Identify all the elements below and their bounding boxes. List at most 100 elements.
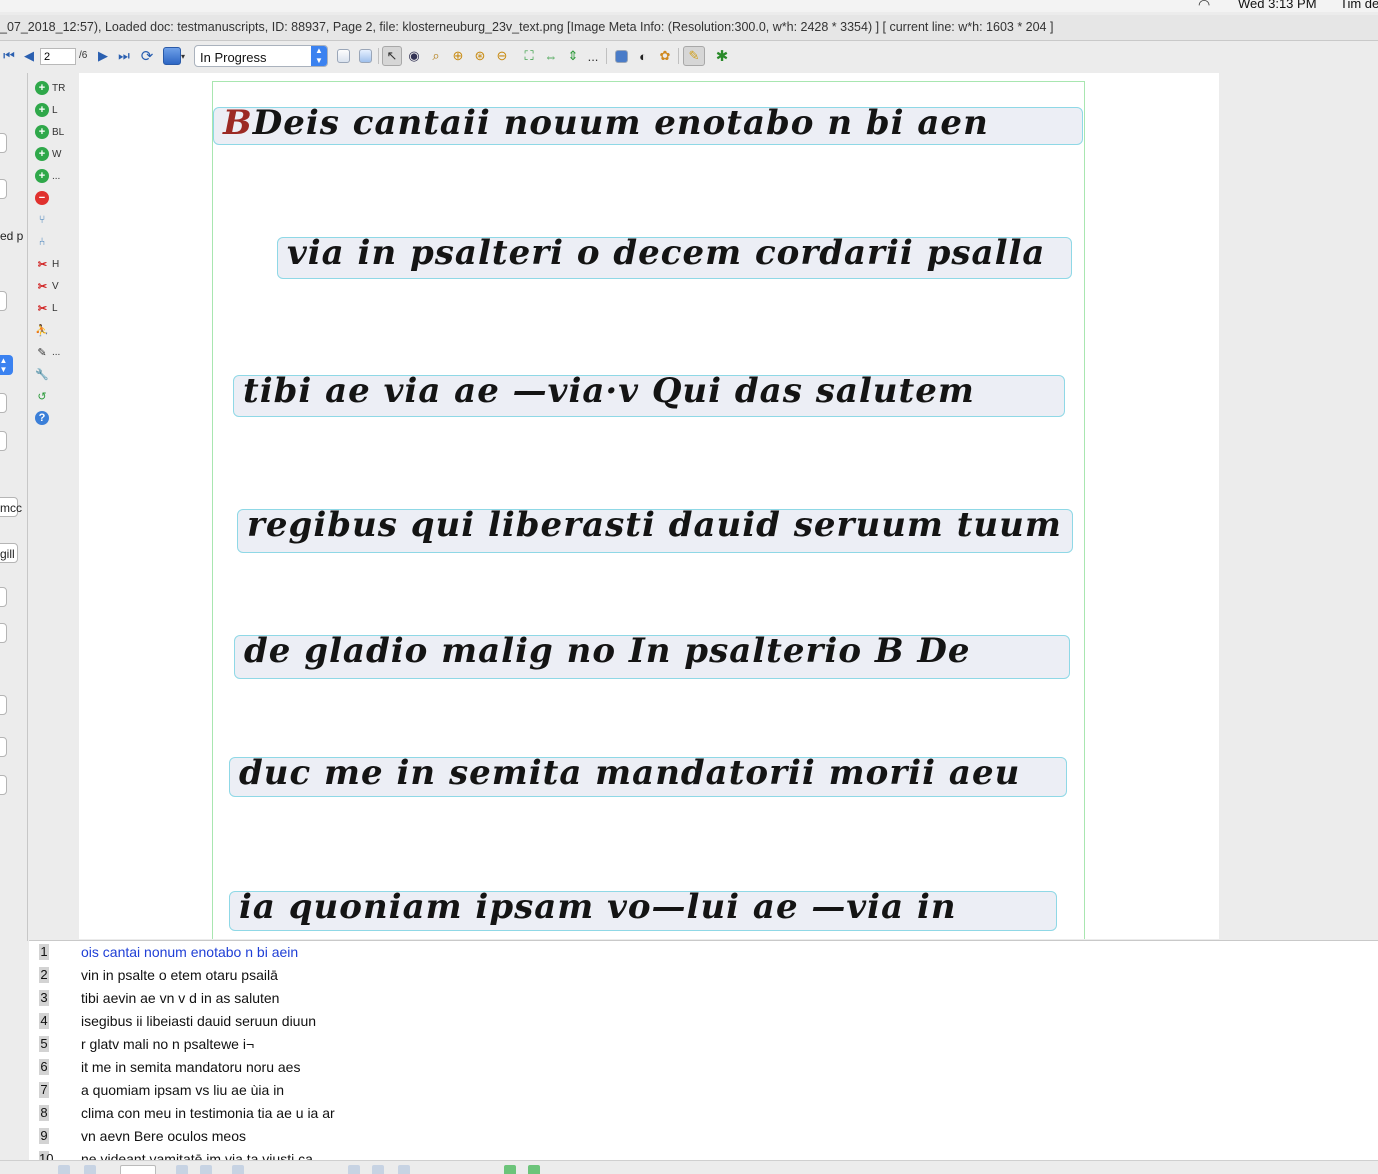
tool-split-shape[interactable]: ⑂: [35, 211, 52, 229]
rubric-initial: B: [223, 103, 253, 143]
prev-page-icon[interactable]: ◀: [22, 46, 36, 66]
side-field[interactable]: [0, 179, 7, 199]
panel-layout-icon[interactable]: [612, 46, 630, 66]
first-page-icon[interactable]: ⏮: [2, 46, 16, 66]
chevron-updown-icon: ▲ ▼: [311, 46, 327, 66]
tool-label: L: [52, 302, 58, 314]
side-field[interactable]: [0, 695, 7, 715]
toolbar-button[interactable]: [232, 1165, 244, 1174]
reload-icon[interactable]: ⟳: [138, 46, 156, 66]
toolbar-button[interactable]: [58, 1165, 70, 1174]
side-field[interactable]: [0, 291, 7, 311]
eye-icon[interactable]: ◉: [405, 46, 423, 66]
transcription-line[interactable]: 7 a quomiam ipsam vs liu ae ùia in: [29, 1079, 1378, 1101]
tool-scissors-h[interactable]: ✂ H: [35, 255, 59, 273]
bug-icon[interactable]: ✱: [712, 46, 732, 66]
side-label-fragment: ed p: [0, 229, 24, 243]
plus-circle-icon: +: [35, 125, 49, 139]
toolbar-button[interactable]: [348, 1165, 360, 1174]
transcription-panel[interactable]: 1 ois cantai nonum enotabo n bi aein 2 vin …: [29, 940, 1378, 1160]
side-field[interactable]: [0, 775, 7, 795]
status-dropdown[interactable]: In Progress ▲ ▼: [194, 45, 328, 67]
transcription-line[interactable]: 9 vn aevn Bere oculos meos: [29, 1125, 1378, 1147]
side-field[interactable]: [0, 737, 7, 757]
line-number: 3: [39, 990, 49, 1006]
manuscript-line-text: tibi ae via ae —via·v Qui das salutem: [243, 371, 975, 411]
tool-plus-circle-more[interactable]: +...: [35, 167, 60, 185]
line-number: 8: [39, 1105, 49, 1121]
transcription-line[interactable]: 8 clima con meu in testimonia tia ae u ia…: [29, 1102, 1378, 1124]
manuscript-line-text: ia quoniam ipsam vo—lui ae —via in: [239, 887, 957, 927]
side-select-stepper[interactable]: ▲ ▼: [0, 355, 13, 375]
fit-height-icon[interactable]: ⇕: [564, 46, 582, 66]
tool-label: H: [52, 258, 60, 270]
page-total: /6: [79, 50, 88, 61]
copy-icon[interactable]: [334, 46, 352, 66]
transcription-line[interactable]: 3 tibi aevin ae vn v d in as saluten: [29, 987, 1378, 1009]
transcription-line[interactable]: 6 it me in semita mandatoru noru aes: [29, 1056, 1378, 1078]
toolbar-button[interactable]: [200, 1165, 212, 1174]
toolbar-button[interactable]: [372, 1165, 384, 1174]
toolbar-button[interactable]: [528, 1165, 540, 1174]
toolbar-field[interactable]: [120, 1165, 156, 1174]
line-number: 2: [39, 967, 49, 983]
tool-minus-circle[interactable]: −: [35, 189, 52, 207]
transcription-line[interactable]: 5 r glatv mali no n psaltewe i¬: [29, 1033, 1378, 1055]
contrast-icon[interactable]: ◐: [634, 46, 652, 66]
palette-icon[interactable]: ✿: [656, 46, 674, 66]
toolbar-button[interactable]: [398, 1165, 410, 1174]
transcription-line[interactable]: 10 ne videant vamitatē im via ta viusti c…: [29, 1148, 1378, 1160]
transcription-line[interactable]: 2 vin in psalte o etem otaru psailā: [29, 964, 1378, 986]
side-field[interactable]: [0, 431, 7, 451]
manuscript-line: duc me in semita mandatorii morii aeu: [239, 753, 1020, 793]
edit-icon: ✎: [37, 346, 47, 359]
zoom-out-icon[interactable]: ⊖: [493, 46, 511, 66]
document-icon[interactable]: [356, 46, 374, 66]
side-field[interactable]: [0, 623, 7, 643]
image-canvas[interactable]: BDeis cantaii nouum enotabo n bi aen via …: [79, 73, 1219, 939]
zoom-in-icon[interactable]: ⊕: [449, 46, 467, 66]
tool-scissors-v[interactable]: ✂ V: [35, 277, 59, 295]
toolbar-button[interactable]: [176, 1165, 188, 1174]
menubar-user[interactable]: Tim de: [1340, 0, 1378, 11]
menubar-clock[interactable]: Wed 3:13 PM: [1238, 0, 1317, 11]
tool-plus-circle-w[interactable]: + W: [35, 145, 61, 163]
tool-undo[interactable]: ↺: [35, 387, 52, 405]
line-text: tibi aevin ae vn v d in as saluten: [81, 990, 280, 1006]
last-page-icon[interactable]: ⏭: [117, 46, 131, 66]
edit-text-icon[interactable]: ✎: [683, 46, 705, 66]
plus-circle-icon: +: [35, 81, 49, 95]
side-field[interactable]: [0, 393, 7, 413]
tool-plus-circle-l[interactable]: + L: [35, 101, 58, 119]
tool-plus-circle-tr[interactable]: + TR: [35, 79, 65, 97]
line-text: ne videant vamitatē im via ta viusti ca: [81, 1151, 313, 1160]
toolbar-divider: [378, 48, 379, 64]
tool-merge-shape[interactable]: ⑃: [35, 233, 52, 251]
side-field[interactable]: [0, 133, 7, 153]
transcription-line[interactable]: 1 ois cantai nonum enotabo n bi aein: [29, 941, 1378, 963]
line-number: 7: [39, 1082, 49, 1098]
zoom-region-icon[interactable]: ⌕: [427, 46, 445, 66]
tool-wrench[interactable]: 🔧: [35, 365, 52, 383]
fit-width-icon[interactable]: ⇔: [542, 46, 560, 66]
tool-help[interactable]: ?: [35, 409, 52, 427]
line-text: clima con meu in testimonia tia ae u ia …: [81, 1105, 335, 1121]
page-number-input[interactable]: [40, 48, 76, 65]
tool-scissors-l[interactable]: ✂ L: [35, 299, 58, 317]
toolbar-button[interactable]: [84, 1165, 96, 1174]
line-text: vn aevn Bere oculos meos: [81, 1128, 246, 1144]
next-page-icon[interactable]: ▶: [96, 46, 110, 66]
fit-page-icon[interactable]: ⛶: [520, 46, 538, 66]
tool-person[interactable]: ⛹: [35, 321, 52, 339]
toolbar-button[interactable]: [504, 1165, 516, 1174]
select-pointer-icon[interactable]: ↖: [382, 46, 402, 66]
wifi-icon[interactable]: ◠: [1198, 0, 1210, 12]
more-zoom-button[interactable]: ...: [586, 46, 600, 66]
transcription-line[interactable]: 4 isegibus ii libeiasti dauid seruun diuu…: [29, 1010, 1378, 1032]
tool-plus-circle-bl[interactable]: + BL: [35, 123, 64, 141]
side-field[interactable]: [0, 587, 7, 607]
tool-edit-more[interactable]: ✎...: [35, 343, 60, 361]
tool-label: BL: [52, 126, 65, 138]
zoom-fit-icon[interactable]: ⊛: [471, 46, 489, 66]
save-icon[interactable]: ▾: [161, 46, 187, 66]
